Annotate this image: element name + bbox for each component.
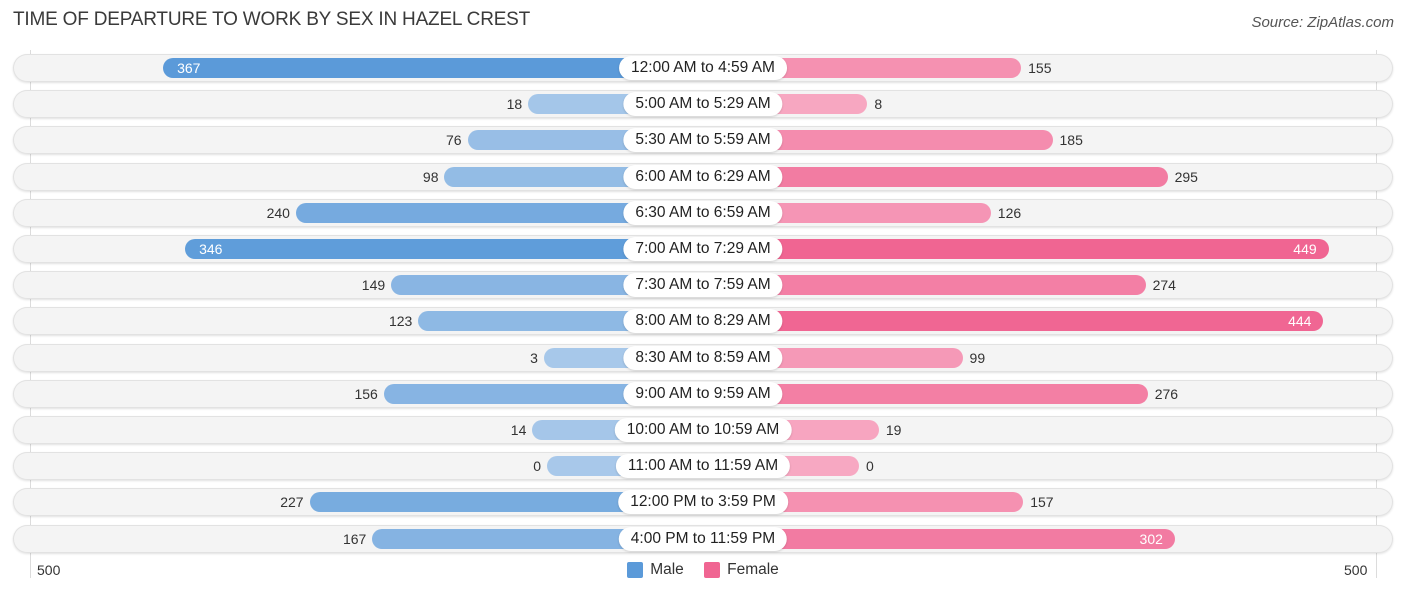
female-value-label: 276 — [1154, 385, 1179, 402]
category-label: 6:00 AM to 6:29 AM — [623, 164, 783, 189]
male-value-label: 123 — [388, 313, 413, 330]
legend-label-male: Male — [650, 561, 684, 578]
male-value-label: 346 — [199, 241, 223, 257]
male-value-label: 367 — [177, 60, 201, 76]
category-label: 7:00 AM to 7:29 AM — [623, 237, 783, 261]
male-value-label: 167 — [342, 530, 367, 547]
male-value-label: 227 — [280, 494, 304, 511]
source-label: Source: ZipAtlas.com — [1251, 14, 1394, 31]
category-label: 12:00 PM to 3:59 PM — [618, 490, 788, 515]
category-label: 12:00 AM to 4:59 AM — [619, 56, 787, 80]
male-value-label: 18 — [506, 96, 523, 113]
female-value-label: 185 — [1059, 132, 1083, 149]
legend-swatch-female — [704, 562, 721, 578]
category-label: 5:30 AM to 5:59 AM — [623, 128, 783, 153]
female-value-label: 302 — [1139, 530, 1163, 547]
category-label: 10:00 AM to 10:59 AM — [614, 418, 792, 442]
male-value-label: 3 — [530, 349, 538, 366]
legend-item-male[interactable]: Male — [627, 561, 684, 579]
legend-label-female: Female — [727, 561, 779, 578]
female-value-label: 157 — [1030, 494, 1054, 511]
female-bar[interactable] — [703, 239, 1329, 259]
female-value-label: 274 — [1152, 277, 1176, 294]
chart-title: TIME OF DEPARTURE TO WORK BY SEX IN HAZE… — [13, 9, 531, 30]
male-value-label: 76 — [445, 132, 462, 149]
female-value-label: 8 — [874, 96, 883, 113]
category-label: 9:00 AM to 9:59 AM — [623, 381, 783, 406]
female-value-label: 444 — [1288, 313, 1312, 330]
male-value-label: 240 — [266, 204, 290, 221]
legend: Male Female — [0, 561, 1406, 583]
category-label: 11:00 AM to 11:59 AM — [615, 454, 791, 479]
female-value-label: 126 — [997, 204, 1022, 221]
male-value-label: 0 — [533, 458, 541, 475]
male-value-label: 14 — [510, 422, 527, 438]
female-value-label: 449 — [1293, 241, 1317, 257]
legend-item-female[interactable]: Female — [704, 561, 779, 579]
female-value-label: 99 — [969, 349, 986, 366]
female-value-label: 0 — [866, 458, 874, 475]
legend-swatch-male — [627, 562, 644, 578]
category-label: 4:00 PM to 11:59 PM — [618, 526, 788, 551]
category-label: 8:30 AM to 8:59 AM — [623, 345, 783, 370]
female-value-label: 19 — [885, 422, 902, 438]
category-label: 8:00 AM to 8:29 AM — [623, 309, 783, 334]
male-value-label: 156 — [354, 385, 378, 402]
female-value-label: 155 — [1028, 60, 1052, 76]
female-bar[interactable] — [703, 311, 1324, 332]
category-label: 7:30 AM to 7:59 AM — [623, 273, 783, 298]
category-label: 6:30 AM to 6:59 AM — [623, 200, 783, 225]
category-label: 5:00 AM to 5:29 AM — [623, 92, 783, 117]
male-value-label: 149 — [361, 277, 386, 294]
male-value-label: 98 — [422, 168, 439, 185]
female-value-label: 295 — [1174, 168, 1198, 185]
